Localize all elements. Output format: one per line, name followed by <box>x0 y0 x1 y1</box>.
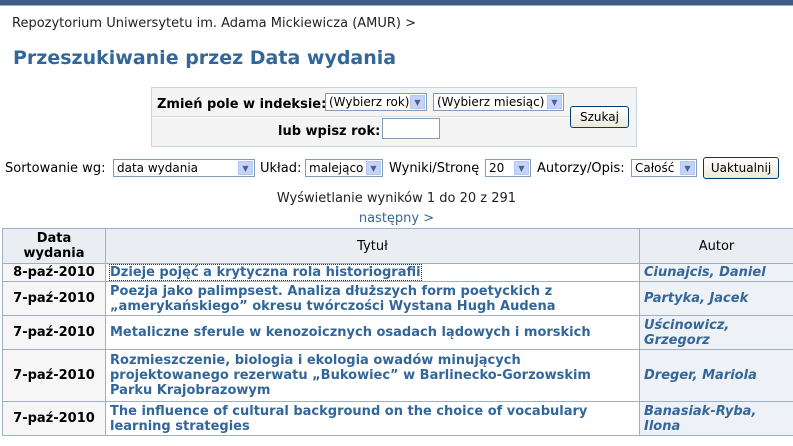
date-column-header[interactable]: Data wydania <box>2 228 106 264</box>
sort-select[interactable]: data wydania ▼ <box>113 159 255 177</box>
row-title-link[interactable]: The influence of cultural background on … <box>105 401 640 436</box>
search-button[interactable]: Szukaj <box>570 106 629 128</box>
row-author-link[interactable]: Partyka, Jacek <box>639 281 793 316</box>
table-row: 7-paź-2010 The influence of cultural bac… <box>2 401 793 436</box>
index-form: Zmień pole w indeksie: (Wybierz rok) ▼ (… <box>151 87 637 147</box>
row-date: 7-paź-2010 <box>2 401 106 436</box>
chevron-down-icon: ▼ <box>238 161 253 175</box>
row-date: 7-paź-2010 <box>2 315 106 350</box>
breadcrumb: Repozytorium Uniwersytetu im. Adama Mick… <box>12 16 416 31</box>
author-column-header[interactable]: Autor <box>639 228 793 264</box>
row-date: 8-paź-2010 <box>2 263 106 282</box>
table-row: 7-paź-2010 Poezja jako palimpsest. Anali… <box>2 281 793 316</box>
page-title: Przeszukiwanie przez Data wydania <box>13 47 397 69</box>
month-select[interactable]: (Wybierz miesiąc) ▼ <box>433 93 564 111</box>
breadcrumb-separator: > <box>405 16 417 31</box>
table-row: 7-paź-2010 Metaliczne sferule w kenozoic… <box>2 315 793 350</box>
row-title-link[interactable]: Dzieje pojęć a krytyczna rola historiogr… <box>109 264 422 281</box>
row-author-link[interactable]: Uścinowicz, Grzegorz <box>639 315 793 350</box>
chevron-down-icon: ▼ <box>410 95 425 109</box>
row-title-link[interactable]: Poezja jako palimpsest. Analiza dłuższyc… <box>105 281 640 316</box>
authors-select[interactable]: Całość ▼ <box>631 159 697 177</box>
row-author-link[interactable]: Ciunajcis, Daniel <box>639 263 793 282</box>
top-bar <box>0 0 793 6</box>
order-select-value: malejąco <box>309 161 364 175</box>
row-author-link[interactable]: Dreger, Mariola <box>639 349 793 402</box>
month-select-value: (Wybierz miesiąc) <box>437 95 545 109</box>
table-row: 7-paź-2010 Rozmieszczenie, biologia i ek… <box>2 349 793 402</box>
row-title-link[interactable]: Rozmieszczenie, biologia i ekologia owad… <box>105 349 640 402</box>
row-date: 7-paź-2010 <box>2 349 106 402</box>
row-date: 7-paź-2010 <box>2 281 106 316</box>
results-count: Wyświetlanie wyników 1 do 20 z 291 <box>276 191 517 206</box>
form-divider <box>152 116 570 118</box>
authors-select-value: Całość <box>635 161 675 175</box>
row-author-link[interactable]: Banasiak-Ryba, Ilona <box>639 401 793 436</box>
year-select[interactable]: (Wybierz rok) ▼ <box>325 93 427 111</box>
row-title-link[interactable]: Metaliczne sferule w kenozoicznych osada… <box>105 315 640 350</box>
change-index-label: Zmień pole w indeksie: <box>157 97 327 112</box>
order-select[interactable]: malejąco ▼ <box>305 159 383 177</box>
title-column-header[interactable]: Tytuł <box>105 228 640 264</box>
per-page-label: Wyniki/Stronę <box>389 161 480 176</box>
sort-select-value: data wydania <box>117 161 199 175</box>
update-button[interactable]: Uaktualnij <box>703 157 779 179</box>
table-header-row: Data wydania Tytuł Autor <box>2 228 793 264</box>
order-label: Układ: <box>260 161 302 176</box>
year-select-value: (Wybierz rok) <box>329 95 410 109</box>
date-header-line2: wydania <box>23 246 85 261</box>
per-page-select-value: 20 <box>489 161 505 175</box>
authors-label: Autorzy/Opis: <box>537 161 625 176</box>
chevron-down-icon: ▼ <box>366 161 381 175</box>
breadcrumb-repository-link[interactable]: Repozytorium Uniwersytetu im. Adama Mick… <box>12 16 401 31</box>
year-input-label: lub wpisz rok: <box>278 124 381 139</box>
table-row: 8-paź-2010 Dzieje pojęć a krytyczna rola… <box>2 263 793 282</box>
chevron-down-icon: ▼ <box>514 161 529 175</box>
year-input[interactable] <box>382 118 440 139</box>
sort-bar: Sortowanie wg: data wydania ▼ Układ: mal… <box>0 156 793 180</box>
per-page-select[interactable]: 20 ▼ <box>485 159 531 177</box>
next-page-link[interactable]: następny > <box>0 211 793 226</box>
chevron-down-icon: ▼ <box>547 95 562 109</box>
results-table: Data wydania Tytuł Autor 8-paź-2010 Dzie… <box>2 228 793 436</box>
chevron-down-icon: ▼ <box>680 161 695 175</box>
row-title-cell: Dzieje pojęć a krytyczna rola historiogr… <box>105 263 640 282</box>
sort-label: Sortowanie wg: <box>5 161 106 176</box>
date-header-line1: Data <box>36 231 72 246</box>
